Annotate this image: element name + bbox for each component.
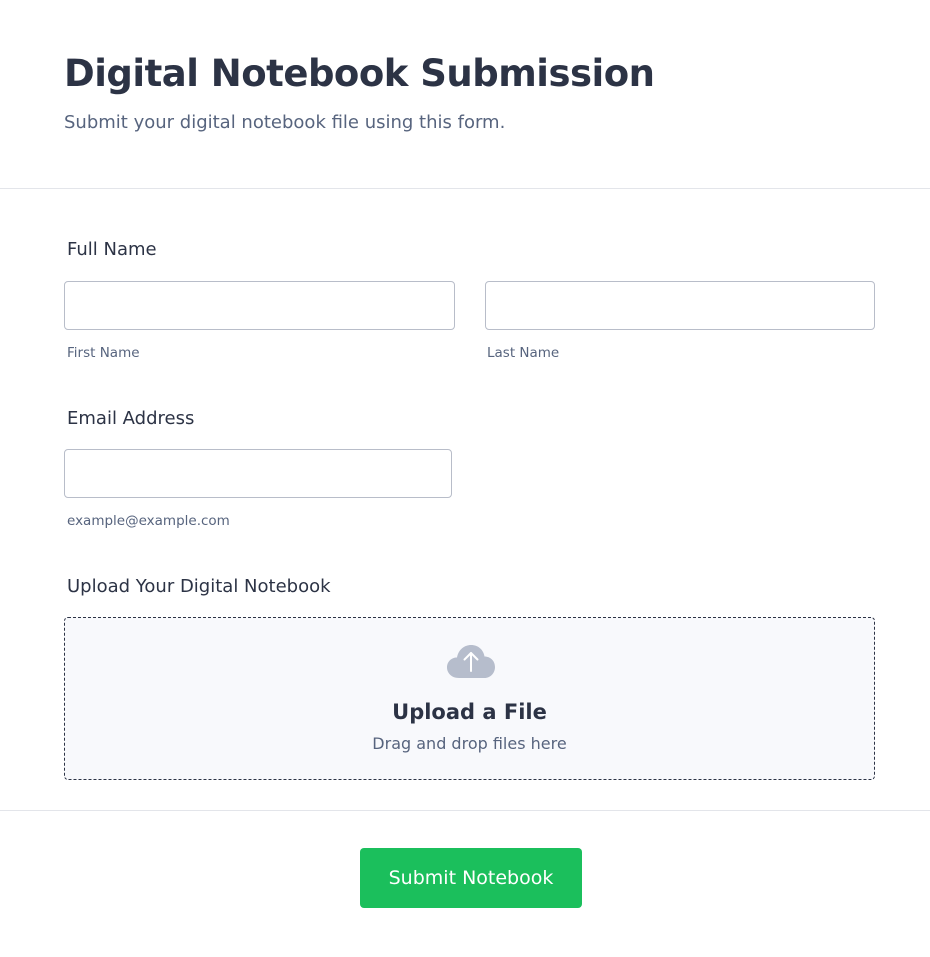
file-upload-dropzone[interactable]: Upload a File Drag and drop files here: [64, 617, 875, 780]
email-sublabel: example@example.com: [67, 513, 230, 529]
last-name-sublabel: Last Name: [487, 345, 560, 361]
cloud-upload-icon: [447, 645, 495, 678]
email-input[interactable]: [64, 449, 452, 498]
email-label: Email Address: [67, 408, 195, 429]
upload-label: Upload Your Digital Notebook: [67, 576, 331, 597]
page-title: Digital Notebook Submission: [64, 52, 655, 95]
last-name-input[interactable]: [485, 281, 875, 330]
full-name-label: Full Name: [67, 239, 157, 260]
form-header: Digital Notebook Submission Submit your …: [0, 0, 930, 189]
first-name-input[interactable]: [64, 281, 455, 330]
upload-title: Upload a File: [392, 700, 547, 724]
submit-button[interactable]: Submit Notebook: [360, 848, 582, 908]
page-subtitle: Submit your digital notebook file using …: [64, 112, 506, 133]
upload-hint: Drag and drop files here: [372, 734, 567, 753]
footer-divider: [0, 810, 930, 811]
first-name-sublabel: First Name: [67, 345, 140, 361]
